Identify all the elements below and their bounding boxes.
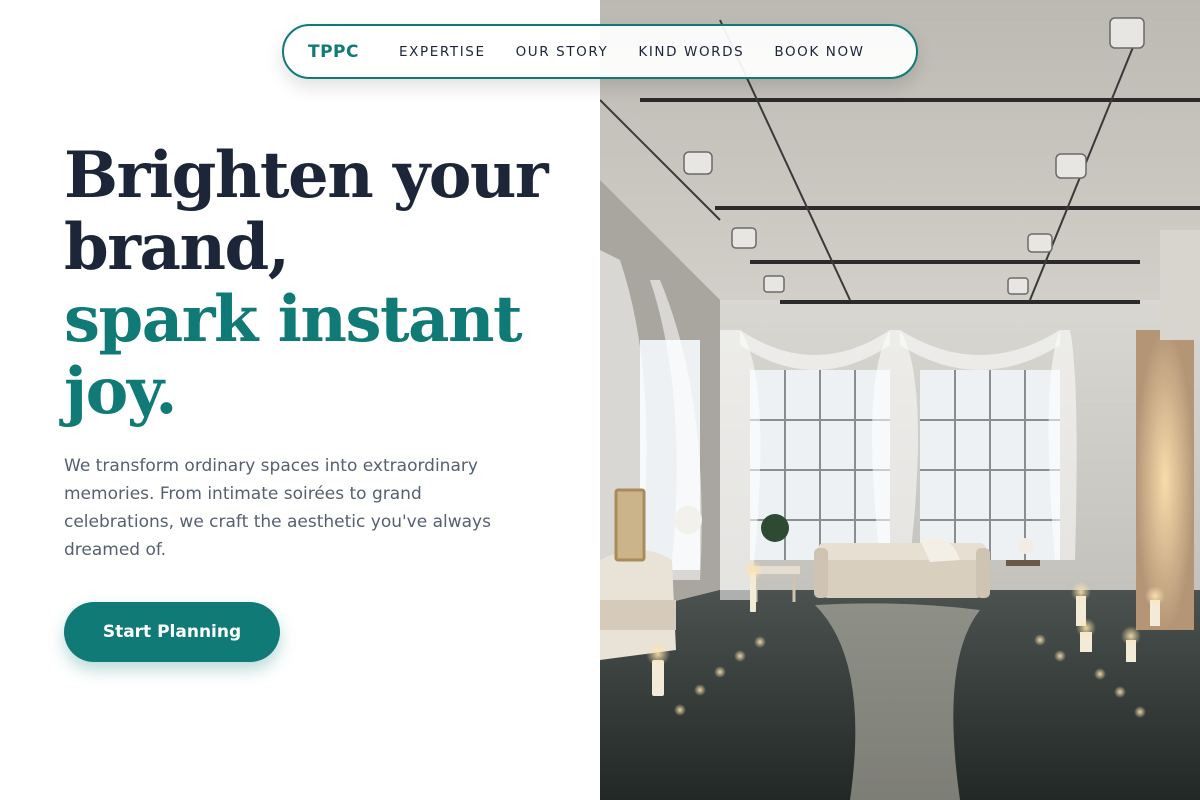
hero-heading-line-2: brand, [64,210,290,285]
hero-heading-accent-1: spark instant [64,282,523,357]
brand-logo[interactable]: TPPC [308,42,359,62]
venue-photo-illustration [600,0,1200,800]
nav-link-book-now[interactable]: BOOK NOW [774,44,864,60]
hero-heading: Brighten your brand, spark instant joy. [64,140,584,428]
top-nav: TPPC EXPERTISE OUR STORY KIND WORDS BOOK… [282,24,918,79]
hero-heading-accent-2: joy. [64,354,177,429]
sofa [814,537,990,598]
venue-photo [600,0,1200,800]
hero-heading-line-1: Brighten your [64,138,549,213]
nav-link-expertise[interactable]: EXPERTISE [399,44,486,60]
start-planning-button[interactable]: Start Planning [64,602,280,662]
nav-link-kind-words[interactable]: KIND WORDS [638,44,744,60]
nav-link-our-story[interactable]: OUR STORY [516,44,609,60]
hero-description: We transform ordinary spaces into extrao… [64,456,491,560]
